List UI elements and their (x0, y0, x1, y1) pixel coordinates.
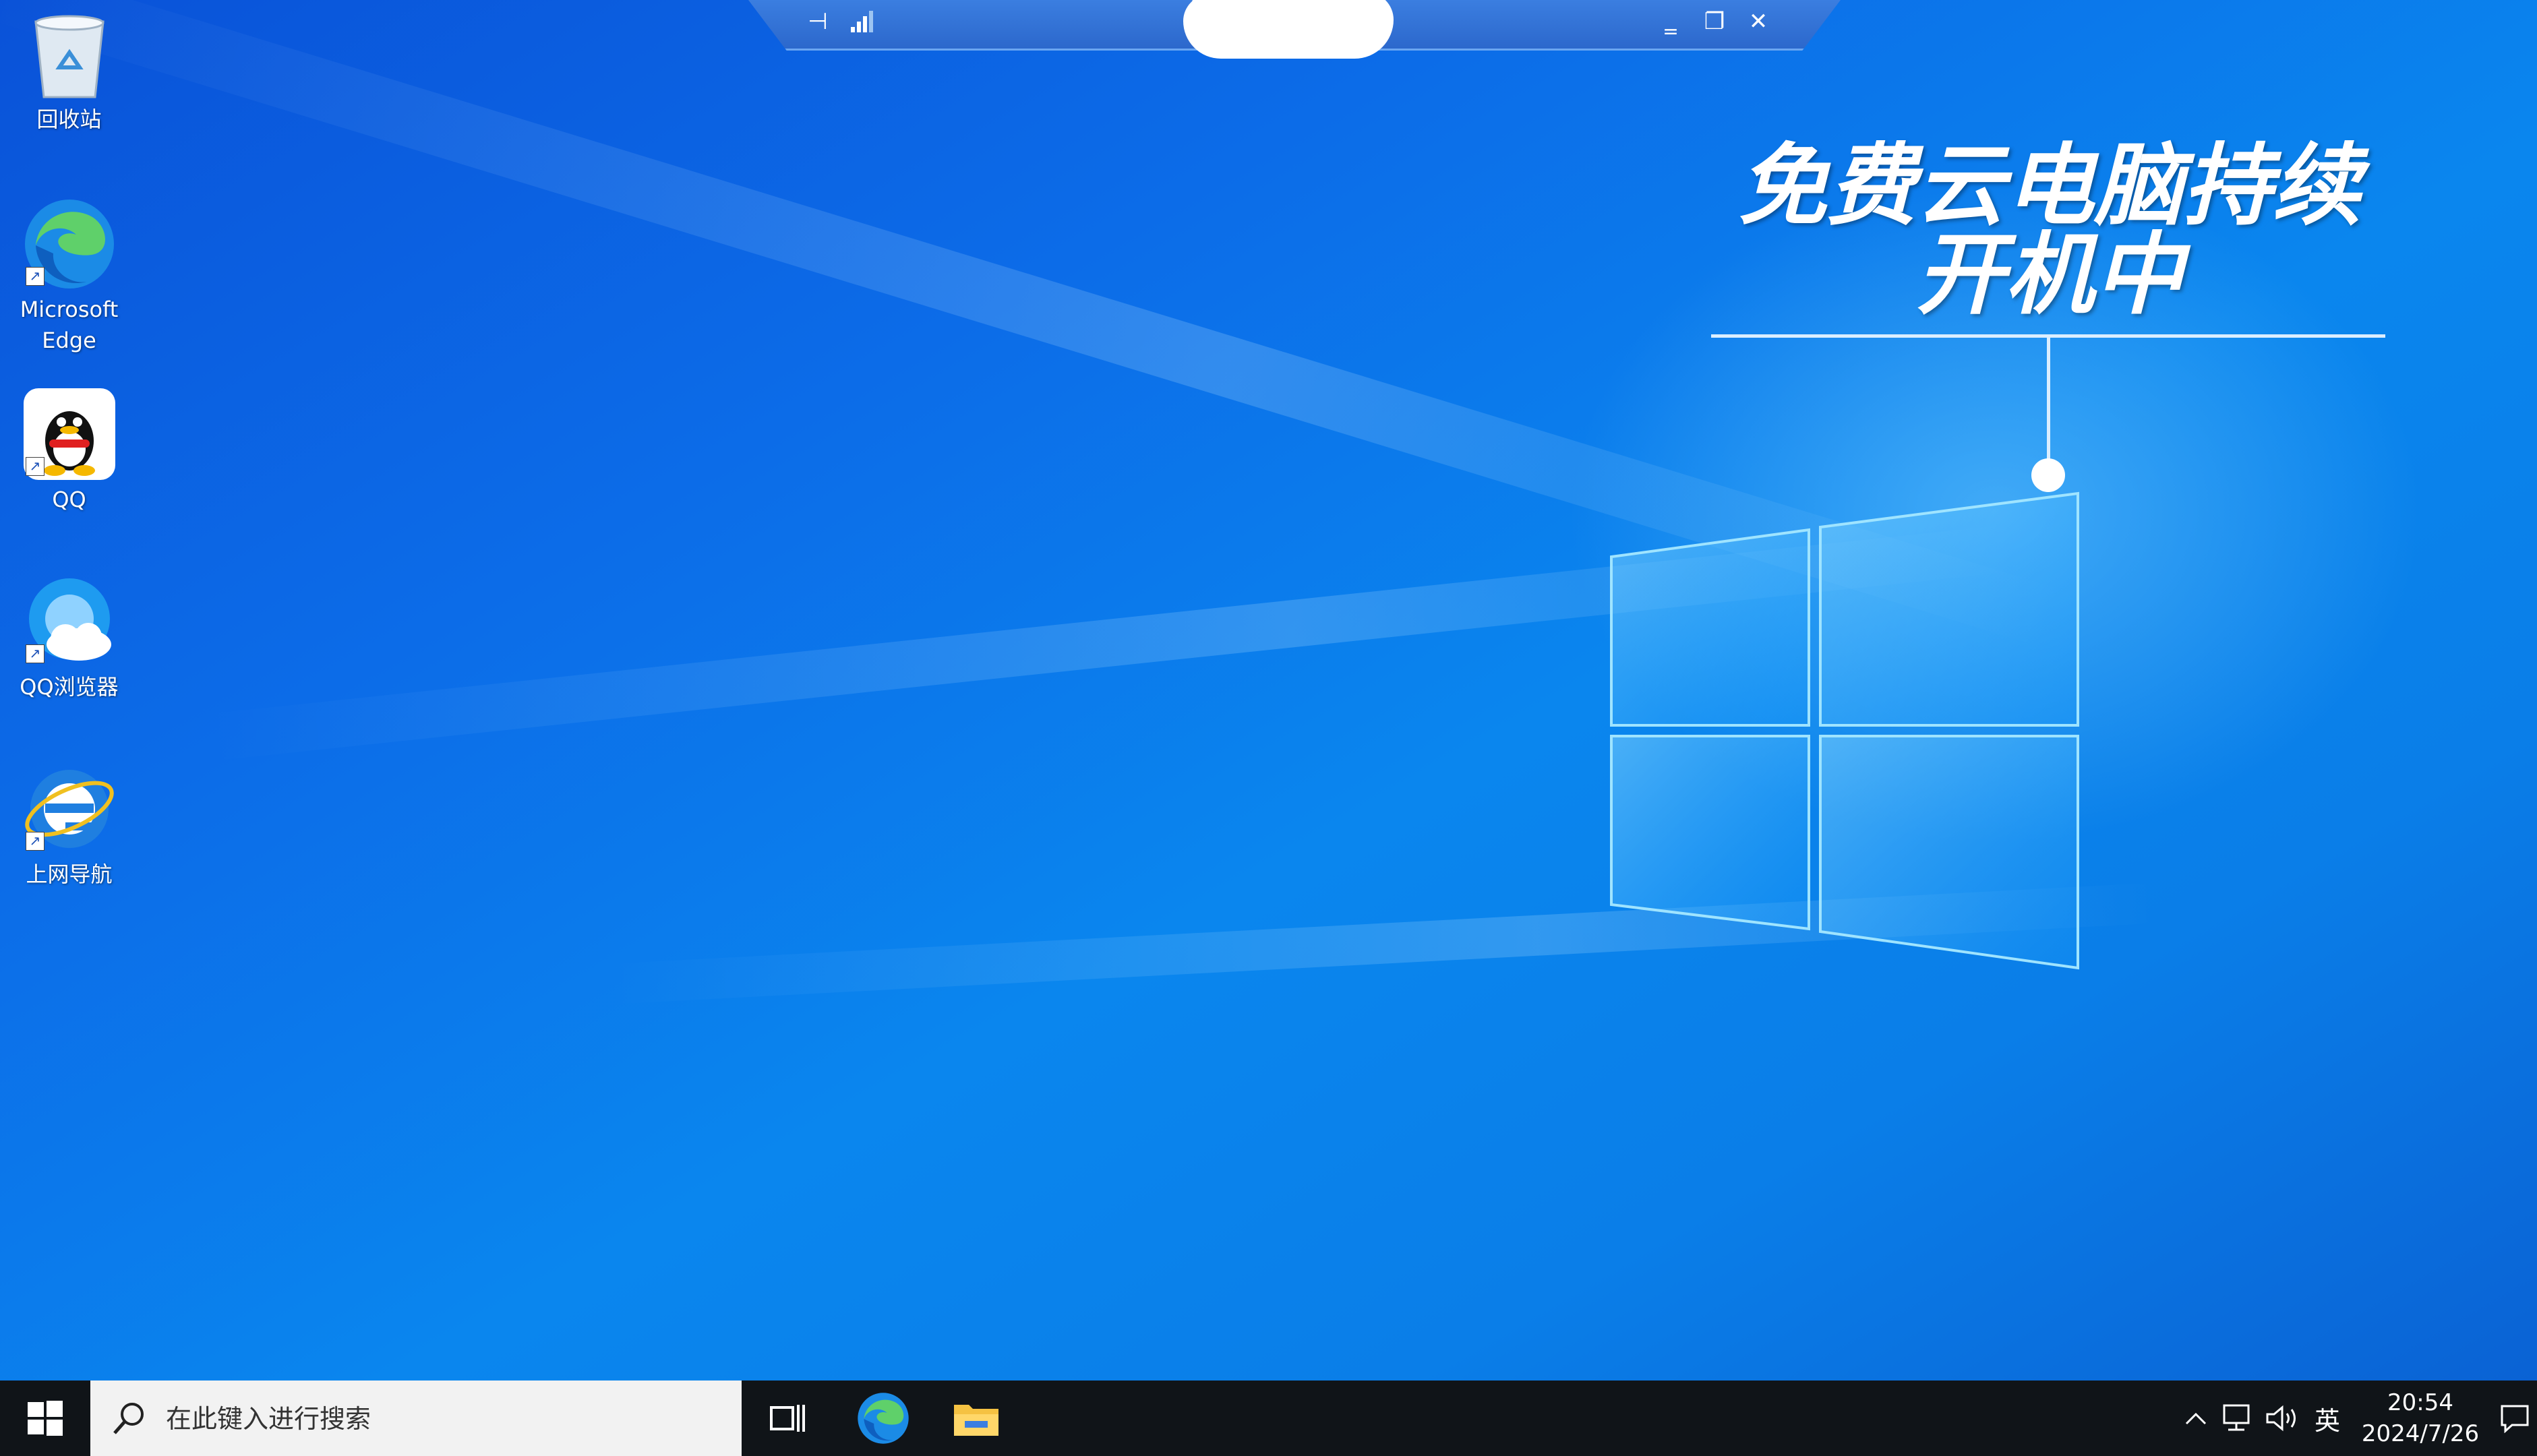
task-view-icon (770, 1405, 805, 1432)
desktop-icon-label: QQ (52, 487, 86, 512)
chevron-up-icon (2185, 1412, 2207, 1425)
desktop-icon-web-nav[interactable]: ↗ 上网导航 (7, 762, 131, 890)
shortcut-arrow-icon: ↗ (26, 457, 44, 476)
restore-button[interactable]: ❐ (1699, 8, 1730, 35)
overlay-caption: 免费云电脑持续 开机中 (1712, 142, 2387, 320)
caption-pointer-dot (2031, 458, 2065, 492)
start-button[interactable] (0, 1381, 90, 1456)
network-button[interactable] (2219, 1381, 2257, 1456)
volume-button[interactable] (2264, 1381, 2302, 1456)
cloud-logo-icon (1190, 0, 1385, 57)
notification-icon (2501, 1405, 2529, 1433)
input-method-indicator[interactable]: 英 (2308, 1381, 2346, 1456)
notification-center-button[interactable] (2495, 1381, 2535, 1456)
desktop: 回收站 ↗ Microsoft Edge ↗ QQ ↗ QQ浏览器 ↗ 上网导航… (0, 0, 2537, 1456)
network-icon (2223, 1404, 2250, 1431)
desktop-icon-label: 回收站 (36, 107, 102, 132)
taskbar-search-box[interactable] (90, 1381, 742, 1456)
close-button[interactable]: ✕ (1743, 8, 1774, 35)
taskbar-edge-button[interactable] (843, 1381, 924, 1456)
file-explorer-icon (954, 1405, 998, 1436)
clock-date: 2024/7/26 (2361, 1420, 2480, 1447)
caption-pointer-line (2047, 337, 2050, 465)
shortcut-arrow-icon: ↗ (26, 832, 44, 851)
clock[interactable]: 20:54 2024/7/26 (2353, 1387, 2488, 1449)
desktop-icon-recycle-bin[interactable]: 回收站 (7, 13, 131, 135)
minimize-button[interactable]: ‗ (1655, 8, 1686, 35)
windows-logo (1610, 491, 2079, 970)
windows-start-icon (28, 1401, 63, 1436)
desktop-icon-label: 上网导航 (26, 861, 113, 887)
shortcut-arrow-icon: ↗ (26, 267, 44, 286)
desktop-icon-qq-browser[interactable]: ↗ QQ浏览器 (7, 574, 131, 702)
desktop-icon-label: Microsoft Edge (20, 297, 119, 353)
task-view-button[interactable] (747, 1381, 828, 1456)
shortcut-arrow-icon: ↗ (26, 644, 44, 663)
pin-button[interactable]: ⊣ (802, 8, 833, 35)
speaker-icon (2266, 1405, 2296, 1432)
caption-line-1: 免费云电脑持续 (1738, 134, 2361, 238)
show-hidden-icons-button[interactable] (2179, 1381, 2213, 1456)
caption-line-2: 开机中 (1916, 223, 2183, 327)
search-icon (113, 1403, 144, 1434)
taskbar-file-explorer-button[interactable] (936, 1381, 1017, 1456)
signal-strength-icon (851, 11, 873, 32)
clock-time: 20:54 (2387, 1389, 2453, 1416)
taskbar: 英 20:54 2024/7/26 (0, 1381, 2537, 1456)
recycle-bin-icon (34, 15, 105, 98)
desktop-icon-edge[interactable]: ↗ Microsoft Edge (7, 197, 131, 356)
search-input[interactable] (165, 1398, 720, 1440)
desktop-icon-qq[interactable]: ↗ QQ (7, 387, 131, 515)
edge-icon (858, 1393, 909, 1444)
desktop-icon-label: QQ浏览器 (20, 674, 119, 700)
